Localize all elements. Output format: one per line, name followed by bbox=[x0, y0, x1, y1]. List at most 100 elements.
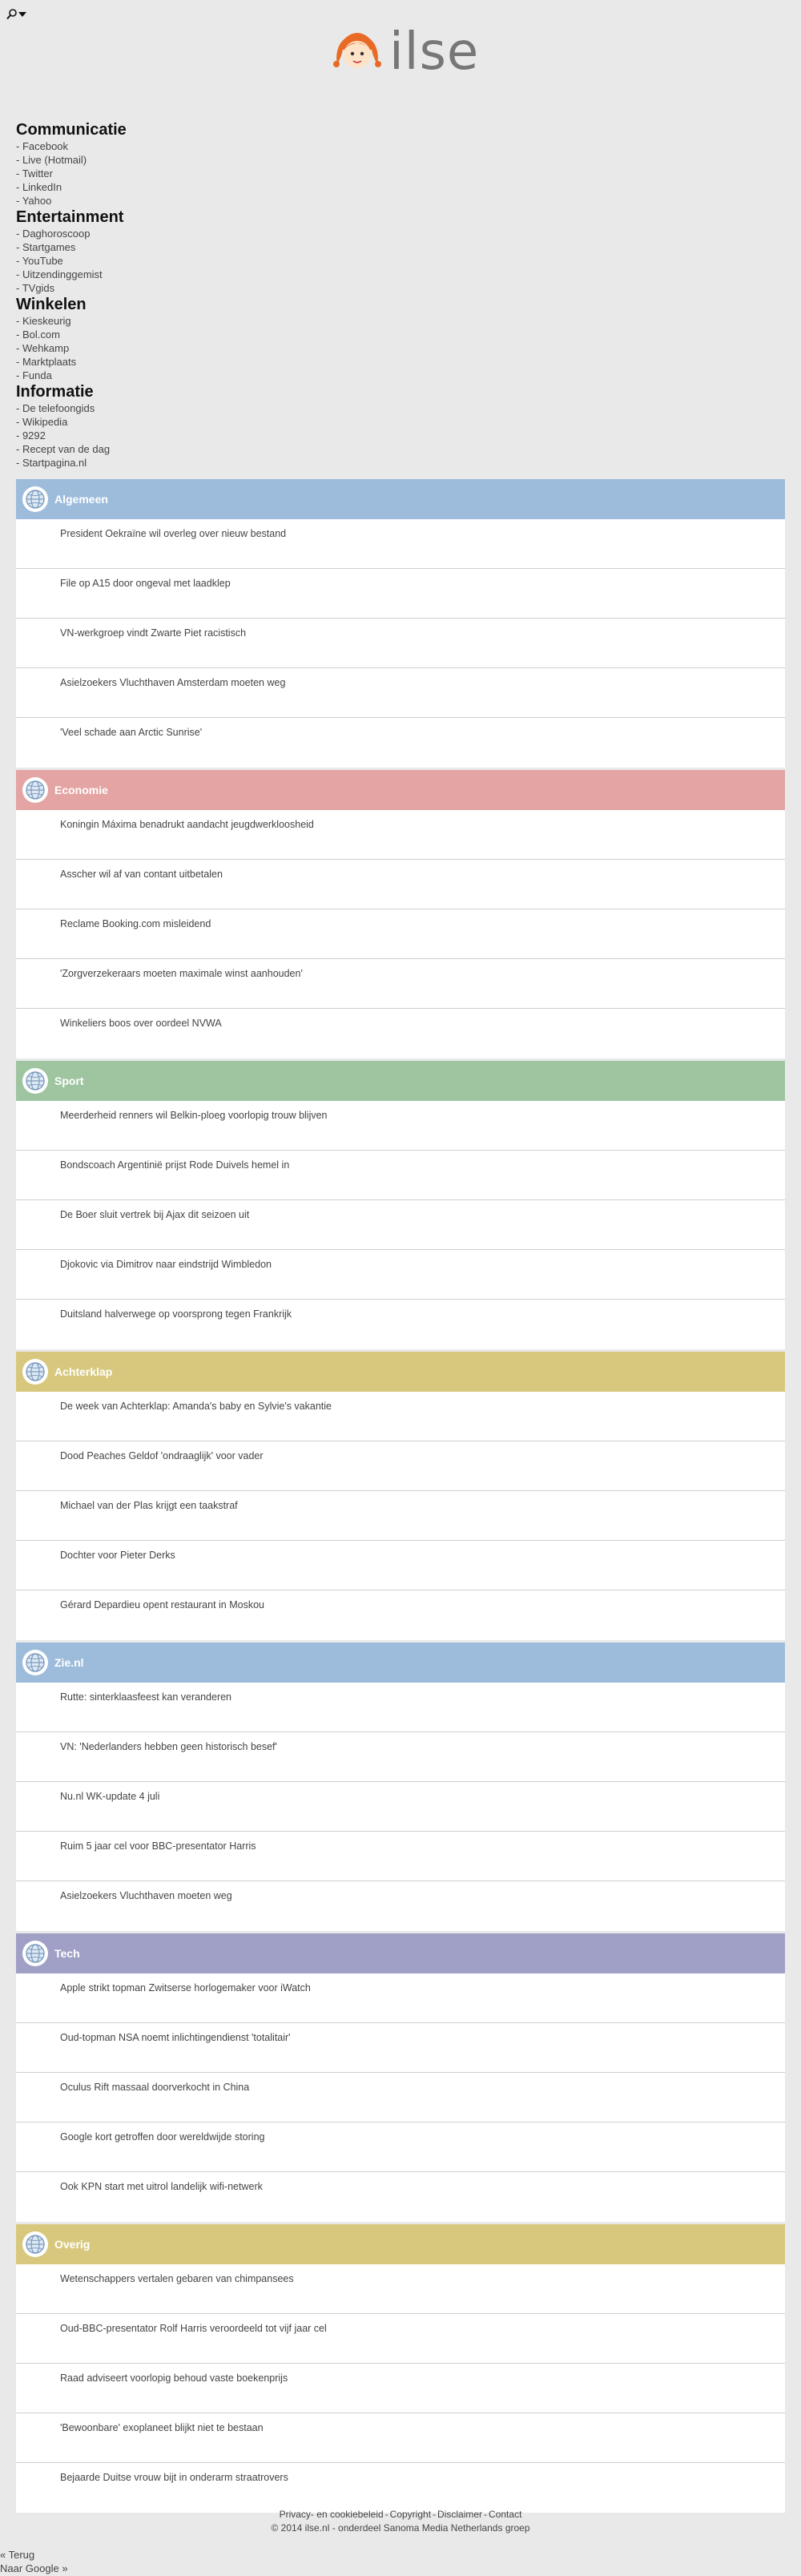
footer-copyright: © 2014 ilse.nl - onderdeel Sanoma Media … bbox=[271, 2522, 530, 2534]
news-section: Algemeen President Oekraïne wil overleg o… bbox=[16, 479, 785, 768]
news-section: Achterklap De week van Achterklap: Amanda… bbox=[16, 1352, 785, 1640]
quick-link[interactable]: - Wikipedia bbox=[16, 415, 256, 429]
quick-link[interactable]: - Marktplaats bbox=[16, 355, 256, 369]
news-item[interactable]: Wetenschappers vertalen gebaren van chim… bbox=[16, 2264, 785, 2314]
globe-icon bbox=[22, 1359, 48, 1385]
news-item[interactable]: Google kort getroffen door wereldwijde s… bbox=[16, 2122, 785, 2172]
google-link[interactable]: Naar Google » bbox=[0, 2562, 68, 2575]
footer-link[interactable]: Privacy- en cookiebeleid bbox=[280, 2509, 384, 2520]
section-title[interactable]: Zie.nl bbox=[54, 1656, 84, 1669]
news-item[interactable]: President Oekraïne wil overleg over nieu… bbox=[16, 519, 785, 569]
quick-link[interactable]: - Recept van de dag bbox=[16, 442, 256, 456]
quick-link[interactable]: - LinkedIn bbox=[16, 180, 256, 194]
news-item[interactable]: Djokovic via Dimitrov naar eindstrijd Wi… bbox=[16, 1250, 785, 1300]
quick-link[interactable]: - Twitter bbox=[16, 167, 256, 180]
news-item[interactable]: Bondscoach Argentinië prijst Rode Duivel… bbox=[16, 1151, 785, 1200]
globe-icon bbox=[22, 1941, 48, 1966]
news-item[interactable]: File op A15 door ongeval met laadklep bbox=[16, 569, 785, 619]
news-item[interactable]: 'Zorgverzekeraars moeten maximale winst … bbox=[16, 959, 785, 1009]
news-item[interactable]: Ruim 5 jaar cel voor BBC-presentator Har… bbox=[16, 1832, 785, 1881]
news-item[interactable]: Bejaarde Duitse vrouw bijt in onderarm s… bbox=[16, 2463, 785, 2513]
quick-link[interactable]: - Yahoo bbox=[16, 194, 256, 208]
footer-separator: - bbox=[384, 2509, 388, 2520]
news-item[interactable]: Dood Peaches Geldof 'ondraaglijk' voor v… bbox=[16, 1441, 785, 1491]
section-header: Zie.nl bbox=[16, 1643, 785, 1683]
link-group-list: - Daghoroscoop - Startgames - YouTube - Uit… bbox=[16, 227, 256, 295]
news-section: Economie Koningin Máxima benadrukt aandac… bbox=[16, 770, 785, 1058]
section-header: Achterklap bbox=[16, 1352, 785, 1392]
quick-link[interactable]: - Live (Hotmail) bbox=[16, 153, 256, 167]
quick-link[interactable]: - Facebook bbox=[16, 139, 256, 153]
quick-link[interactable]: - Wehkamp bbox=[16, 341, 256, 355]
footer-separator: - bbox=[433, 2509, 437, 2520]
section-header: Sport bbox=[16, 1061, 785, 1101]
girl-mascot-icon bbox=[333, 26, 381, 79]
news-item[interactable]: Meerderheid renners wil Belkin-ploeg voo… bbox=[16, 1101, 785, 1151]
section-title[interactable]: Sport bbox=[54, 1074, 84, 1087]
quick-link[interactable]: - Bol.com bbox=[16, 328, 256, 341]
globe-icon bbox=[22, 486, 48, 512]
section-title[interactable]: Tech bbox=[54, 1947, 80, 1960]
section-title[interactable]: Algemeen bbox=[54, 493, 108, 506]
news-sections: Algemeen President Oekraïne wil overleg o… bbox=[16, 479, 785, 2515]
back-link[interactable]: « Terug bbox=[0, 2548, 68, 2562]
quick-link[interactable]: - 9292 bbox=[16, 429, 256, 442]
quick-links: Communicatie - Facebook - Live (Hotmail) - … bbox=[16, 120, 256, 470]
news-item[interactable]: Michael van der Plas krijgt een taakstra… bbox=[16, 1491, 785, 1541]
quick-link[interactable]: - Startgames bbox=[16, 240, 256, 254]
quick-link[interactable]: - Kieskeurig bbox=[16, 314, 256, 328]
news-item[interactable]: Raad adviseert voorlopig behoud vaste bo… bbox=[16, 2364, 785, 2413]
news-item[interactable]: Asielzoekers Vluchthaven moeten weg bbox=[16, 1881, 785, 1931]
section-header: Overig bbox=[16, 2224, 785, 2264]
news-item[interactable]: Oud-BBC-presentator Rolf Harris veroorde… bbox=[16, 2314, 785, 2364]
news-item[interactable]: Asscher wil af van contant uitbetalen bbox=[16, 860, 785, 909]
globe-icon bbox=[22, 2231, 48, 2257]
news-section: Overig Wetenschappers vertalen gebaren va… bbox=[16, 2224, 785, 2513]
news-item[interactable]: Duitsland halverwege op voorsprong tegen… bbox=[16, 1300, 785, 1349]
news-item[interactable]: De week van Achterklap: Amanda's baby en… bbox=[16, 1392, 785, 1441]
footer-separator: - bbox=[484, 2509, 488, 2520]
news-item[interactable]: Dochter voor Pieter Derks bbox=[16, 1541, 785, 1590]
link-group-title: Informatie bbox=[16, 383, 94, 401]
section-title[interactable]: Achterklap bbox=[54, 1365, 112, 1378]
news-item[interactable]: Asielzoekers Vluchthaven Amsterdam moete… bbox=[16, 668, 785, 718]
news-item[interactable]: Oud-topman NSA noemt inlichtingendienst … bbox=[16, 2023, 785, 2073]
logo-text: ilse bbox=[389, 22, 480, 82]
caret-down-icon[interactable] bbox=[18, 11, 26, 18]
footer-link[interactable]: Copyright bbox=[390, 2509, 431, 2520]
news-section: Sport Meerderheid renners wil Belkin-ploe… bbox=[16, 1061, 785, 1349]
news-section: Zie.nl Rutte: sinterklaasfeest kan verand… bbox=[16, 1643, 785, 1931]
quick-link[interactable]: - De telefoongids bbox=[16, 401, 256, 415]
quick-link[interactable]: - Uitzendinggemist bbox=[16, 268, 256, 281]
news-item[interactable]: Ook KPN start met uitrol landelijk wifi-… bbox=[16, 2172, 785, 2222]
section-title[interactable]: Overig bbox=[54, 2238, 90, 2251]
news-section: Tech Apple strikt topman Zwitserse horlog… bbox=[16, 1933, 785, 2222]
quick-link[interactable]: - TVgids bbox=[16, 281, 256, 295]
news-item[interactable]: 'Bewoonbare' exoplaneet blijkt niet te b… bbox=[16, 2413, 785, 2463]
search-icon[interactable] bbox=[6, 9, 17, 20]
news-item[interactable]: Gérard Depardieu opent restaurant in Mos… bbox=[16, 1590, 785, 1640]
section-title[interactable]: Economie bbox=[54, 784, 108, 796]
quick-link[interactable]: - Funda bbox=[16, 369, 256, 382]
news-item[interactable]: Nu.nl WK-update 4 juli bbox=[16, 1782, 785, 1832]
news-item[interactable]: Rutte: sinterklaasfeest kan veranderen bbox=[16, 1683, 785, 1732]
news-item[interactable]: Reclame Booking.com misleidend bbox=[16, 909, 785, 959]
news-item[interactable]: Winkeliers boos over oordeel NVWA bbox=[16, 1009, 785, 1058]
news-item[interactable]: 'Veel schade aan Arctic Sunrise' bbox=[16, 718, 785, 768]
news-item[interactable]: VN: 'Nederlanders hebben geen historisch… bbox=[16, 1732, 785, 1782]
ilse-logo[interactable]: ilse bbox=[333, 24, 478, 80]
globe-icon bbox=[22, 777, 48, 803]
news-item[interactable]: VN-werkgroep vindt Zwarte Piet racistisc… bbox=[16, 619, 785, 668]
news-item[interactable]: Oculus Rift massaal doorverkocht in Chin… bbox=[16, 2073, 785, 2122]
globe-icon bbox=[22, 1068, 48, 1094]
quick-link[interactable]: - Daghoroscoop bbox=[16, 227, 256, 240]
link-group-title: Winkelen bbox=[16, 296, 87, 313]
globe-icon bbox=[22, 1650, 48, 1675]
news-item[interactable]: De Boer sluit vertrek bij Ajax dit seizo… bbox=[16, 1200, 785, 1250]
footer-link[interactable]: Contact bbox=[489, 2509, 521, 2520]
news-item[interactable]: Koningin Máxima benadrukt aandacht jeugd… bbox=[16, 810, 785, 860]
quick-link[interactable]: - Startpagina.nl bbox=[16, 456, 256, 470]
quick-link[interactable]: - YouTube bbox=[16, 254, 256, 268]
footer-link[interactable]: Disclaimer bbox=[437, 2509, 482, 2520]
news-item[interactable]: Apple strikt topman Zwitserse horlogemak… bbox=[16, 1973, 785, 2023]
